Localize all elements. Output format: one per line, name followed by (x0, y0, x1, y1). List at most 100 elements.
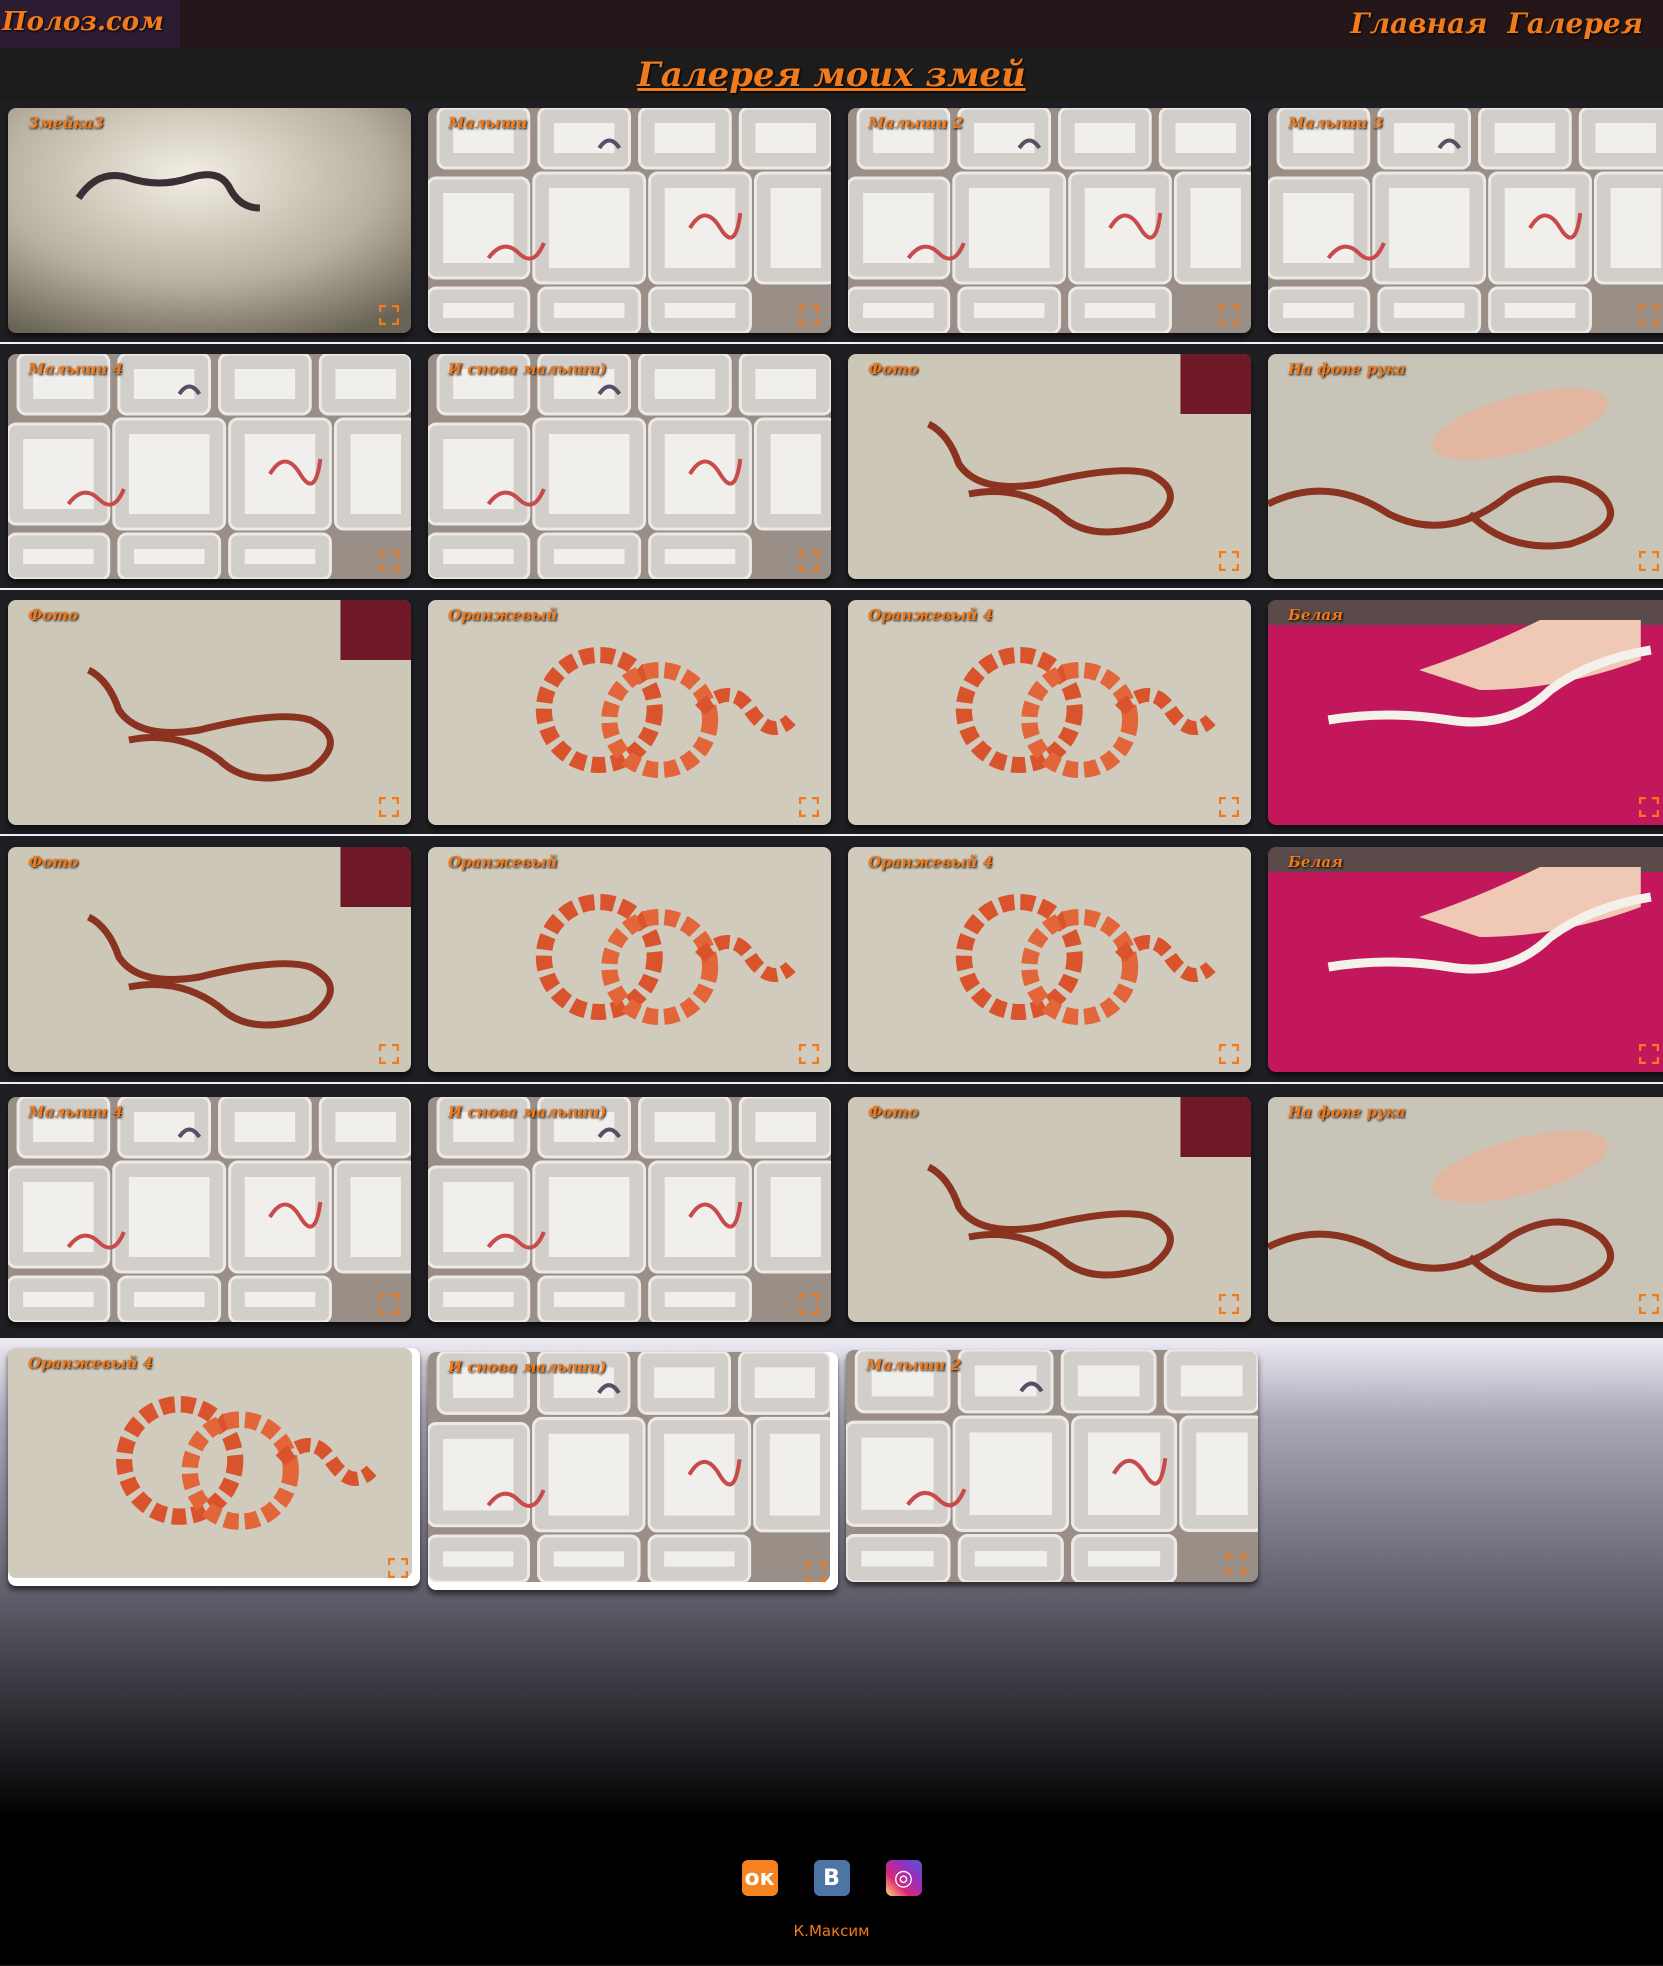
snake-photo (1268, 1097, 1663, 1322)
gallery-item[interactable]: Малыши 2 (846, 1350, 1258, 1582)
gallery-item[interactable]: Белая (1268, 847, 1663, 1072)
gallery-item-label: Змейка3 (28, 114, 104, 132)
gallery-item-label: Оранжевый (448, 606, 558, 624)
fullscreen-icon[interactable] (1638, 796, 1660, 818)
odnoklassniki-icon[interactable]: ок (741, 1860, 778, 1896)
snake-photo (8, 108, 411, 333)
snake-photo (428, 354, 831, 579)
fullscreen-icon[interactable] (1218, 304, 1240, 326)
fullscreen-icon[interactable] (1638, 304, 1660, 326)
vkontakte-icon[interactable]: В (813, 1860, 850, 1896)
fullscreen-icon[interactable] (378, 796, 400, 818)
gallery-item-label: Оранжевый 4 (28, 1354, 154, 1372)
gallery-item[interactable]: Фото (8, 847, 411, 1072)
fullscreen-icon[interactable] (798, 550, 820, 572)
fullscreen-icon[interactable] (798, 304, 820, 326)
fullscreen-icon[interactable] (1218, 1293, 1240, 1315)
gallery-item[interactable]: Фото (8, 600, 411, 825)
author-name: К.Максим (793, 1922, 870, 1940)
fullscreen-icon[interactable] (798, 1043, 820, 1065)
social-links: ок В ◎ (0, 1860, 1663, 1896)
gallery-item[interactable]: Малыши 4 (8, 354, 411, 579)
gallery-item[interactable]: Малыши (428, 108, 831, 333)
fullscreen-icon[interactable] (1218, 1043, 1240, 1065)
gallery-item-label: Малыши 4 (28, 360, 124, 378)
gallery-item-label: Малыши 2 (868, 114, 964, 132)
snake-photo (1268, 600, 1663, 825)
site-logo[interactable]: Полоз.сом (0, 0, 180, 48)
gallery-item-label: Малыши (448, 114, 528, 132)
gallery-item-label: Малыши 2 (866, 1356, 962, 1374)
gallery-item[interactable]: Фото (848, 1097, 1251, 1322)
instagram-icon[interactable]: ◎ (885, 1860, 922, 1896)
gallery-item-label: Фото (28, 606, 79, 624)
snake-photo (848, 1097, 1251, 1322)
snake-photo (8, 600, 411, 825)
gallery-item[interactable]: Оранжевый (428, 600, 831, 825)
gallery-item[interactable]: И снова малыши) (428, 1097, 831, 1322)
snake-photo (428, 847, 831, 1072)
snake-photo (1268, 354, 1663, 579)
snake-photo (428, 1352, 830, 1582)
gallery-item[interactable]: И снова малыши) (428, 354, 831, 579)
fullscreen-icon[interactable] (1638, 550, 1660, 572)
gallery-item[interactable]: Малыши 4 (8, 1097, 411, 1322)
gallery-item[interactable]: Оранжевый 4 (8, 1348, 420, 1586)
fullscreen-icon[interactable] (378, 1043, 400, 1065)
snake-photo (428, 600, 831, 825)
top-bar: Полоз.сом Главная Галерея (0, 0, 1663, 48)
fullscreen-icon[interactable] (805, 1561, 827, 1583)
snake-photo (848, 354, 1251, 579)
gallery-item-label: И снова малыши) (448, 360, 607, 378)
snake-photo (846, 1350, 1258, 1582)
gallery-item-label: На фоне рука (1288, 1103, 1406, 1121)
gallery-item-label: И снова малыши) (448, 1103, 607, 1121)
gallery-item-label: Малыши 4 (28, 1103, 124, 1121)
gallery-item[interactable]: Оранжевый 4 (848, 847, 1251, 1072)
gallery-item[interactable]: На фоне рука (1268, 1097, 1663, 1322)
gallery-item-label: Оранжевый 4 (868, 853, 994, 871)
gallery-item-label: И снова малыши) (448, 1358, 607, 1376)
gallery-item[interactable]: Фото (848, 354, 1251, 579)
gallery-item-label: Оранжевый 4 (868, 606, 994, 624)
fullscreen-icon[interactable] (798, 1293, 820, 1315)
snake-photo (8, 847, 411, 1072)
gallery-item-label: Фото (28, 853, 79, 871)
fullscreen-icon[interactable] (798, 796, 820, 818)
snake-photo (428, 1097, 831, 1322)
gallery-item-label: Фото (868, 1103, 919, 1121)
fullscreen-icon[interactable] (378, 550, 400, 572)
gallery-item[interactable]: Оранжевый (428, 847, 831, 1072)
gallery-item-label: Белая (1288, 606, 1343, 624)
snake-photo (8, 354, 411, 579)
snake-photo (428, 108, 831, 333)
snake-photo (1268, 847, 1663, 1072)
gallery-item[interactable]: Малыши 2 (848, 108, 1251, 333)
gallery-item[interactable]: На фоне рука (1268, 354, 1663, 579)
gallery-item-label: Фото (868, 360, 919, 378)
fullscreen-icon[interactable] (1218, 550, 1240, 572)
snake-photo (8, 1097, 411, 1322)
fullscreen-icon[interactable] (1218, 796, 1240, 818)
gallery-item[interactable]: Малыши 3 (1268, 108, 1663, 333)
snake-photo (848, 847, 1251, 1072)
nav-home-link[interactable]: Главная (1350, 0, 1487, 48)
fullscreen-icon[interactable] (1225, 1553, 1247, 1575)
fullscreen-icon[interactable] (1638, 1293, 1660, 1315)
nav-gallery-link[interactable]: Галерея (1508, 0, 1643, 48)
gallery-item[interactable]: И снова малыши) (428, 1352, 838, 1590)
fullscreen-icon[interactable] (378, 1293, 400, 1315)
fullscreen-icon[interactable] (1638, 1043, 1660, 1065)
gallery-item-label: Оранжевый (448, 853, 558, 871)
footer: ок В ◎ К.Максим (0, 1860, 1663, 1960)
gallery-item[interactable]: Змейка3 (8, 108, 411, 333)
snake-photo (8, 1348, 412, 1578)
fullscreen-icon[interactable] (378, 304, 400, 326)
snake-photo (848, 600, 1251, 825)
gallery-item[interactable]: Белая (1268, 600, 1663, 825)
gallery-item-label: Белая (1288, 853, 1343, 871)
gallery-item[interactable]: Оранжевый 4 (848, 600, 1251, 825)
fullscreen-icon[interactable] (387, 1557, 409, 1579)
page-title: Галерея моих змей (637, 55, 1026, 95)
gallery-item-label: Малыши 3 (1288, 114, 1384, 132)
